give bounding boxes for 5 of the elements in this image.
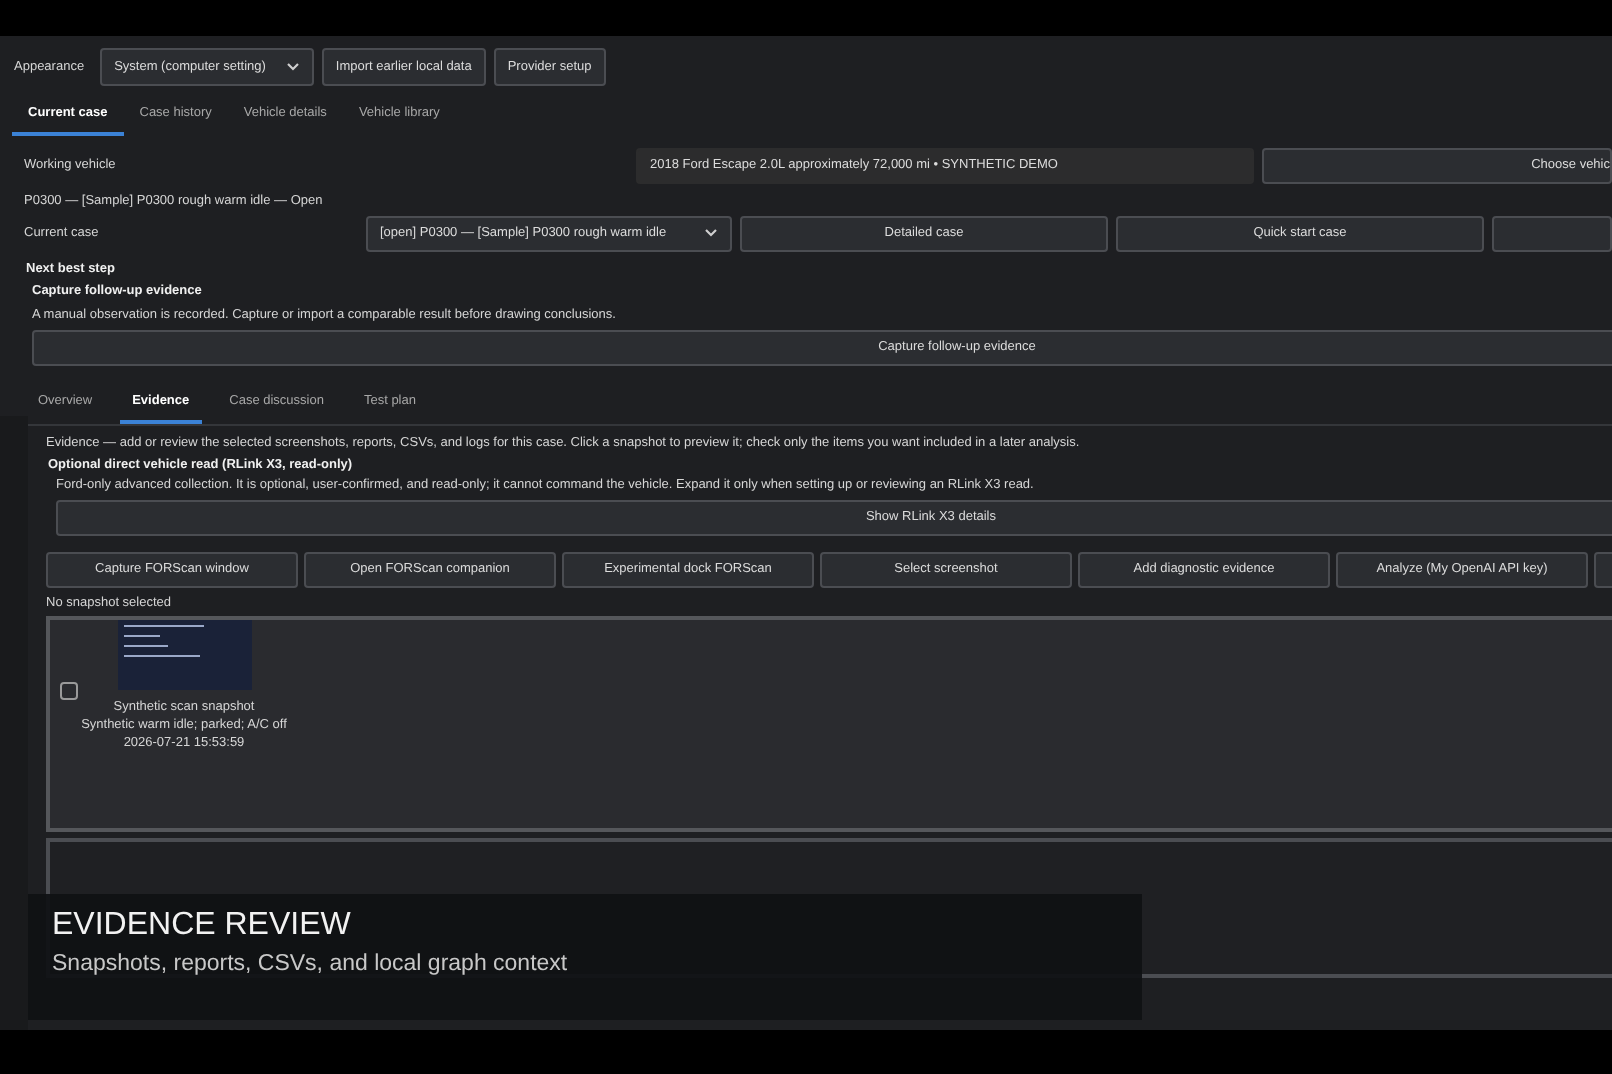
caret-icon <box>285 62 300 72</box>
caption-title: EVIDENCE REVIEW <box>52 906 351 945</box>
caption-subtitle: Snapshots, reports, CSVs, and local graph context <box>52 952 570 980</box>
checkbox[interactable] <box>60 681 78 700</box>
caret-icon <box>704 228 718 239</box>
